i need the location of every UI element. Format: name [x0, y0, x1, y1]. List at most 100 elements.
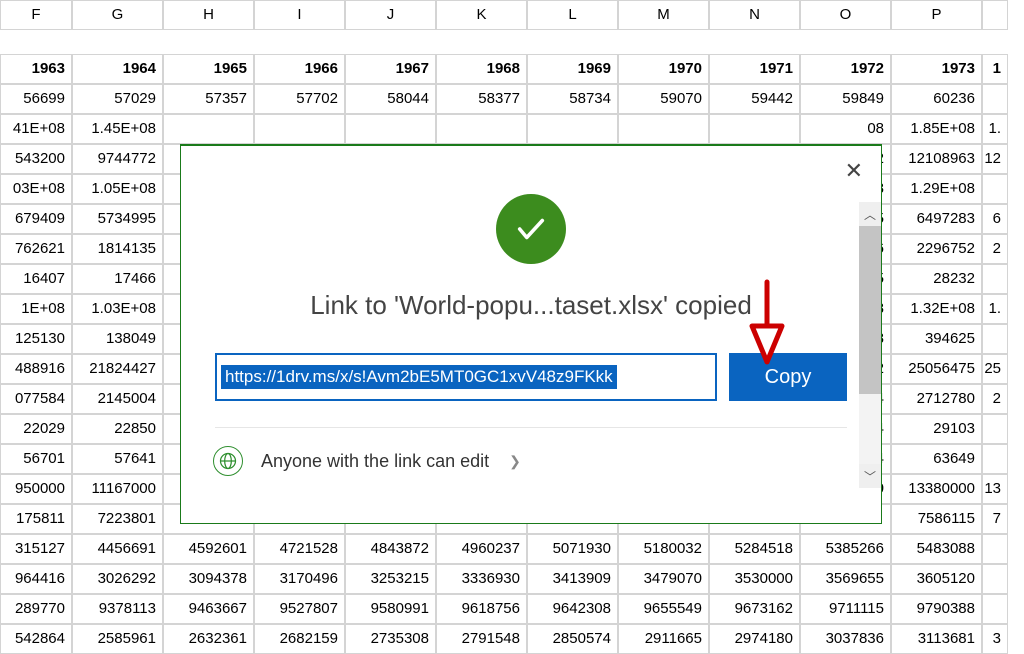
cell[interactable]: 138049: [72, 324, 163, 354]
cell[interactable]: 59442: [709, 84, 800, 114]
cell[interactable]: [982, 564, 1008, 594]
cell[interactable]: 22029: [0, 414, 72, 444]
cell[interactable]: 21824427: [72, 354, 163, 384]
cell[interactable]: 1.05E+08: [72, 174, 163, 204]
cell[interactable]: 5483088: [891, 534, 982, 564]
cell[interactable]: [345, 114, 436, 144]
cell[interactable]: 9790388: [891, 594, 982, 624]
cell[interactable]: 2145004: [72, 384, 163, 414]
cell[interactable]: 9744772: [72, 144, 163, 174]
cell[interactable]: 2: [982, 234, 1008, 264]
cell[interactable]: 59849: [800, 84, 891, 114]
cell[interactable]: 4721528: [254, 534, 345, 564]
cell[interactable]: 1E+08: [0, 294, 72, 324]
cell[interactable]: 57702: [254, 84, 345, 114]
cell[interactable]: 9463667: [163, 594, 254, 624]
cell[interactable]: 964416: [0, 564, 72, 594]
cell[interactable]: 4592601: [163, 534, 254, 564]
cell[interactable]: [254, 114, 345, 144]
cell[interactable]: 9580991: [345, 594, 436, 624]
cell[interactable]: 22850: [72, 414, 163, 444]
cell[interactable]: 762621: [0, 234, 72, 264]
cell[interactable]: 1.: [982, 294, 1008, 324]
cell[interactable]: 08: [800, 114, 891, 144]
cell[interactable]: 4843872: [345, 534, 436, 564]
cell[interactable]: 6497283: [891, 204, 982, 234]
cell[interactable]: 11167000: [72, 474, 163, 504]
cell[interactable]: 25056475: [891, 354, 982, 384]
cell[interactable]: [982, 264, 1008, 294]
cell[interactable]: 3479070: [618, 564, 709, 594]
cell[interactable]: 1.85E+08: [891, 114, 982, 144]
cell[interactable]: 9642308: [527, 594, 618, 624]
cell[interactable]: 58044: [345, 84, 436, 114]
cell[interactable]: 1.03E+08: [72, 294, 163, 324]
cell[interactable]: 3605120: [891, 564, 982, 594]
column-header[interactable]: L: [527, 0, 618, 30]
cell[interactable]: 5284518: [709, 534, 800, 564]
cell[interactable]: 12: [982, 144, 1008, 174]
cell[interactable]: 60236: [891, 84, 982, 114]
copy-button[interactable]: Copy: [729, 353, 847, 401]
cell[interactable]: [982, 414, 1008, 444]
cell[interactable]: 7223801: [72, 504, 163, 534]
cell[interactable]: 950000: [0, 474, 72, 504]
dialog-scrollbar[interactable]: ︿ ﹀: [859, 202, 881, 488]
column-header[interactable]: N: [709, 0, 800, 30]
cell[interactable]: 3170496: [254, 564, 345, 594]
cell[interactable]: 13380000: [891, 474, 982, 504]
cell[interactable]: 25: [982, 354, 1008, 384]
cell[interactable]: 58734: [527, 84, 618, 114]
cell[interactable]: 16407: [0, 264, 72, 294]
cell[interactable]: 289770: [0, 594, 72, 624]
cell[interactable]: 1964: [72, 54, 163, 84]
cell[interactable]: 59070: [618, 84, 709, 114]
cell[interactable]: 3094378: [163, 564, 254, 594]
cell[interactable]: 9711115: [800, 594, 891, 624]
cell[interactable]: 4960237: [436, 534, 527, 564]
cell[interactable]: 28232: [891, 264, 982, 294]
scroll-down-icon[interactable]: ﹀: [859, 464, 881, 488]
cell[interactable]: 9673162: [709, 594, 800, 624]
cell[interactable]: 1.29E+08: [891, 174, 982, 204]
cell[interactable]: 3026292: [72, 564, 163, 594]
cell[interactable]: 543200: [0, 144, 72, 174]
column-header[interactable]: P: [891, 0, 982, 30]
cell[interactable]: 1963: [0, 54, 72, 84]
column-header[interactable]: K: [436, 0, 527, 30]
cell[interactable]: 9618756: [436, 594, 527, 624]
cell[interactable]: 57357: [163, 84, 254, 114]
cell[interactable]: 679409: [0, 204, 72, 234]
cell[interactable]: 57029: [72, 84, 163, 114]
column-header[interactable]: O: [800, 0, 891, 30]
cell[interactable]: 1971: [709, 54, 800, 84]
cell[interactable]: 1814135: [72, 234, 163, 264]
cell[interactable]: 1965: [163, 54, 254, 84]
cell[interactable]: 13: [982, 474, 1008, 504]
cell[interactable]: [982, 174, 1008, 204]
cell[interactable]: 9527807: [254, 594, 345, 624]
share-link-input[interactable]: https://1drv.ms/x/s!Avm2bE5MT0GC1xvV48z9…: [215, 353, 717, 401]
cell[interactable]: 9655549: [618, 594, 709, 624]
cell[interactable]: [436, 114, 527, 144]
cell[interactable]: 077584: [0, 384, 72, 414]
cell[interactable]: [982, 444, 1008, 474]
cell[interactable]: 41E+08: [0, 114, 72, 144]
permission-settings[interactable]: Anyone with the link can edit ❯: [207, 428, 855, 476]
cell[interactable]: 125130: [0, 324, 72, 354]
cell[interactable]: 7: [982, 504, 1008, 534]
cell[interactable]: 315127: [0, 534, 72, 564]
cell[interactable]: 1967: [345, 54, 436, 84]
cell[interactable]: 1968: [436, 54, 527, 84]
cell[interactable]: 58377: [436, 84, 527, 114]
column-header[interactable]: F: [0, 0, 72, 30]
cell[interactable]: 9378113: [72, 594, 163, 624]
cell[interactable]: 1: [982, 54, 1008, 84]
column-header[interactable]: [982, 0, 1008, 30]
cell[interactable]: 3253215: [345, 564, 436, 594]
column-header[interactable]: I: [254, 0, 345, 30]
cell[interactable]: 29103: [891, 414, 982, 444]
column-header[interactable]: M: [618, 0, 709, 30]
cell[interactable]: 1973: [891, 54, 982, 84]
cell[interactable]: 2296752: [891, 234, 982, 264]
